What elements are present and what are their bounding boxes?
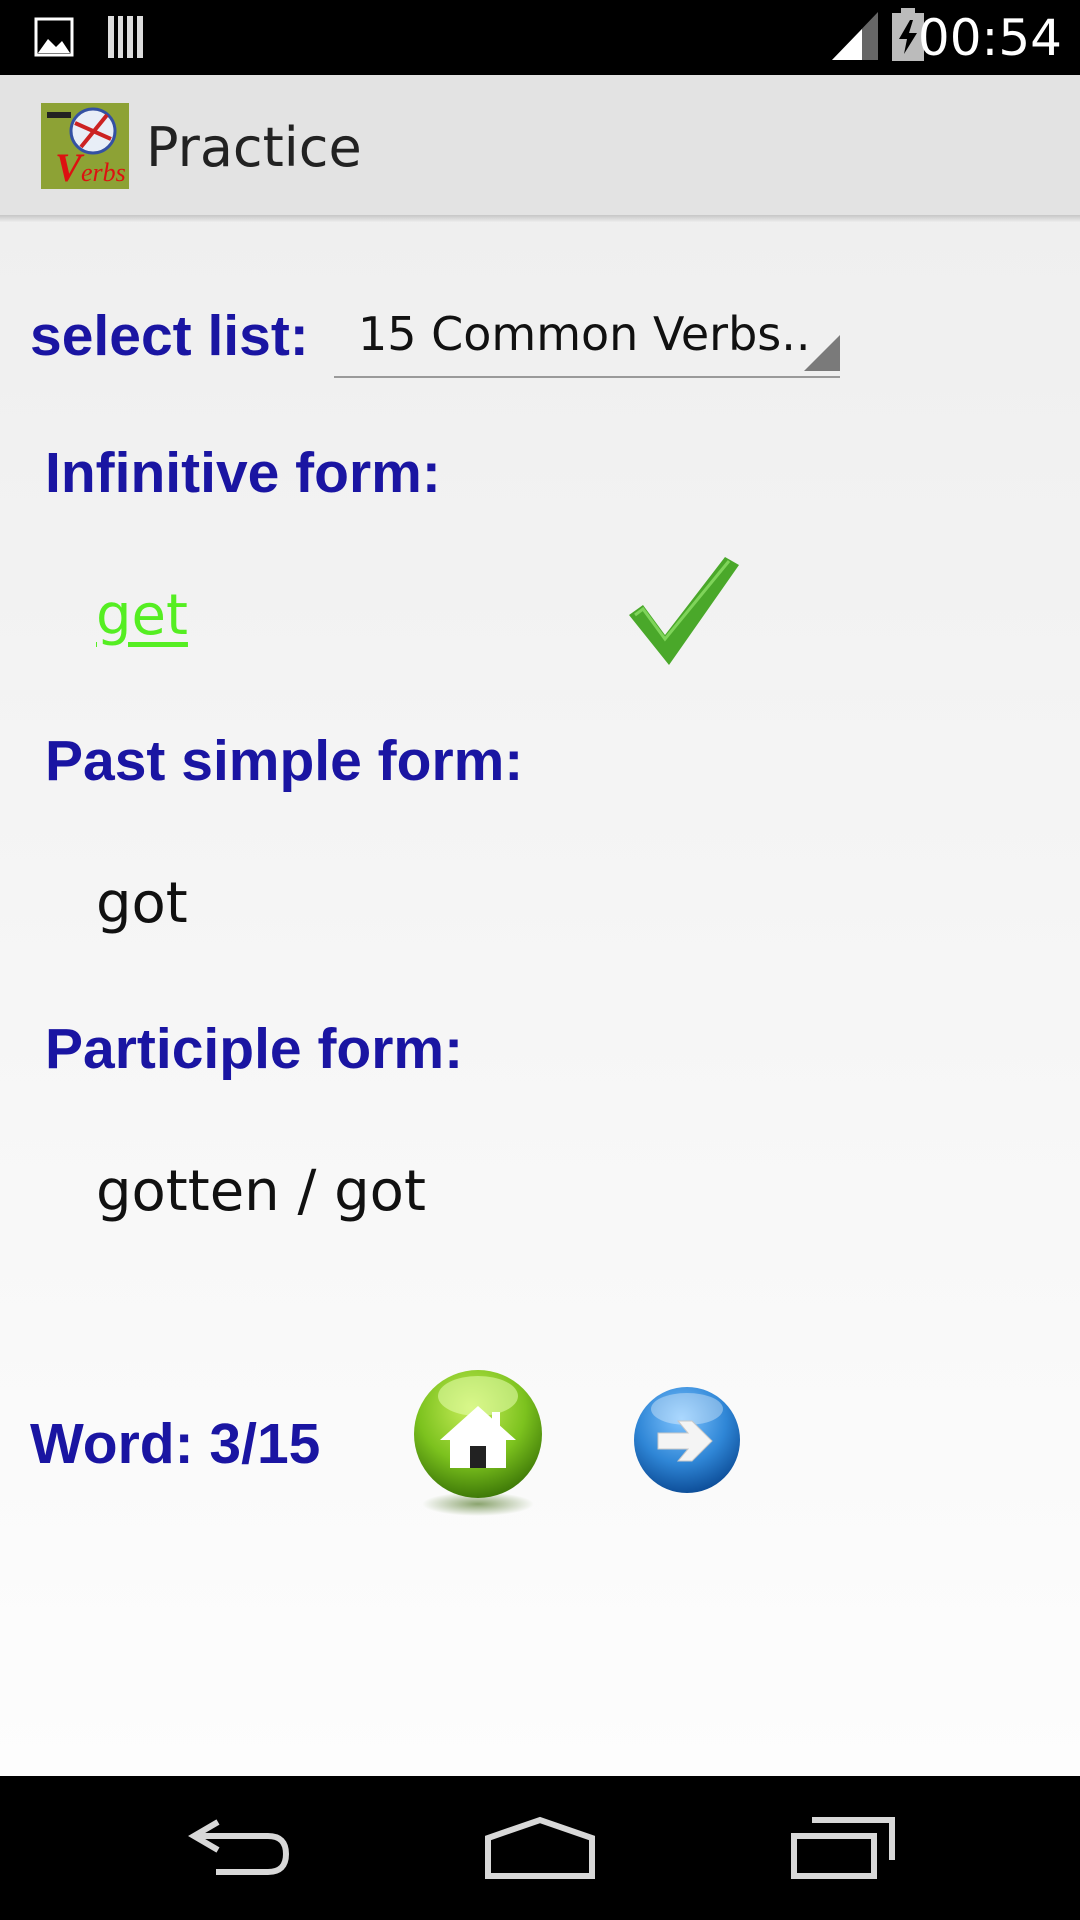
home-nav-icon[interactable] [484, 1816, 596, 1885]
page-title: Practice [146, 116, 362, 179]
action-bar-shadow [0, 215, 1080, 223]
status-bar: 00:54 [0, 0, 1080, 75]
select-list-label: select list: [30, 304, 309, 368]
participle-answer[interactable]: gotten / got [96, 1159, 426, 1225]
list-spinner[interactable]: 15 Common Verbs.. [334, 298, 840, 378]
navigation-bar [0, 1776, 1080, 1920]
action-bar: V erbs Practice [0, 75, 1080, 215]
practice-content: select list: 15 Common Verbs.. Infinitiv… [0, 223, 1080, 1776]
dropdown-triangle-icon [804, 335, 840, 376]
participle-label: Participle form: [45, 1017, 464, 1081]
infinitive-answer[interactable]: get [96, 583, 188, 649]
clock: 00:54 [917, 9, 1062, 67]
past-simple-label: Past simple form: [45, 729, 524, 793]
barcode-notification-icon [106, 14, 146, 65]
past-simple-answer[interactable]: got [96, 871, 188, 937]
infinitive-label: Infinitive form: [45, 441, 441, 505]
svg-text:erbs: erbs [81, 158, 126, 187]
image-notification-icon [34, 17, 74, 62]
recents-icon[interactable] [790, 1816, 896, 1885]
next-button[interactable] [632, 1385, 742, 1500]
selected-list-value: 15 Common Verbs.. [358, 307, 811, 361]
app-logo-icon[interactable]: V erbs [41, 103, 129, 190]
back-icon[interactable] [188, 1816, 292, 1885]
checkmark-icon [625, 553, 741, 674]
signal-icon [832, 12, 878, 65]
word-counter: Word: 3/15 [30, 1412, 321, 1476]
home-button[interactable] [410, 1368, 546, 1523]
